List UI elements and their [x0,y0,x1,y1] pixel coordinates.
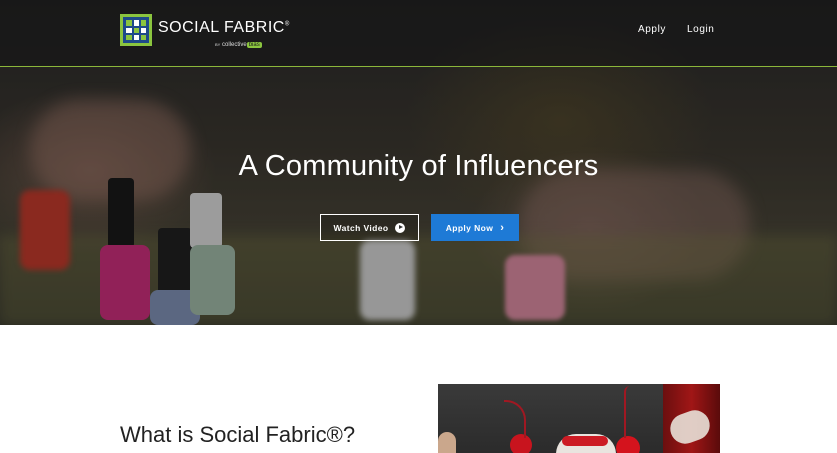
watch-video-button[interactable]: Watch Video [320,214,419,241]
apply-now-label: Apply Now [445,222,494,233]
brand-logo[interactable]: SOCIAL FABRIC® [120,14,290,48]
hero-banner: SOCIAL FABRIC® BY collective bias Apply L… [0,0,837,325]
nav-apply-link[interactable]: Apply [638,24,666,35]
dessert-topping [562,436,608,446]
chevron-right-icon: › [500,221,505,234]
cherry-stem [504,400,526,438]
watch-video-label: Watch Video [333,222,389,233]
brand-byline: BY collective bias [215,42,262,48]
top-nav: SOCIAL FABRIC® BY collective bias Apply L… [0,0,837,67]
section-title: What is Social Fabric®? [120,422,356,447]
cherry [616,436,640,453]
cherry-stem [624,386,630,438]
play-circle-icon [395,222,406,233]
dessert-left [438,432,456,453]
brand-name: SOCIAL FABRIC® [158,19,290,36]
hero-headline: A Community of Influencers [238,150,599,182]
brand-logo-mark [120,14,152,46]
nav-login-link[interactable]: Login [687,24,714,35]
feature-photo [438,384,720,453]
apply-now-button[interactable]: Apply Now › [431,214,519,241]
